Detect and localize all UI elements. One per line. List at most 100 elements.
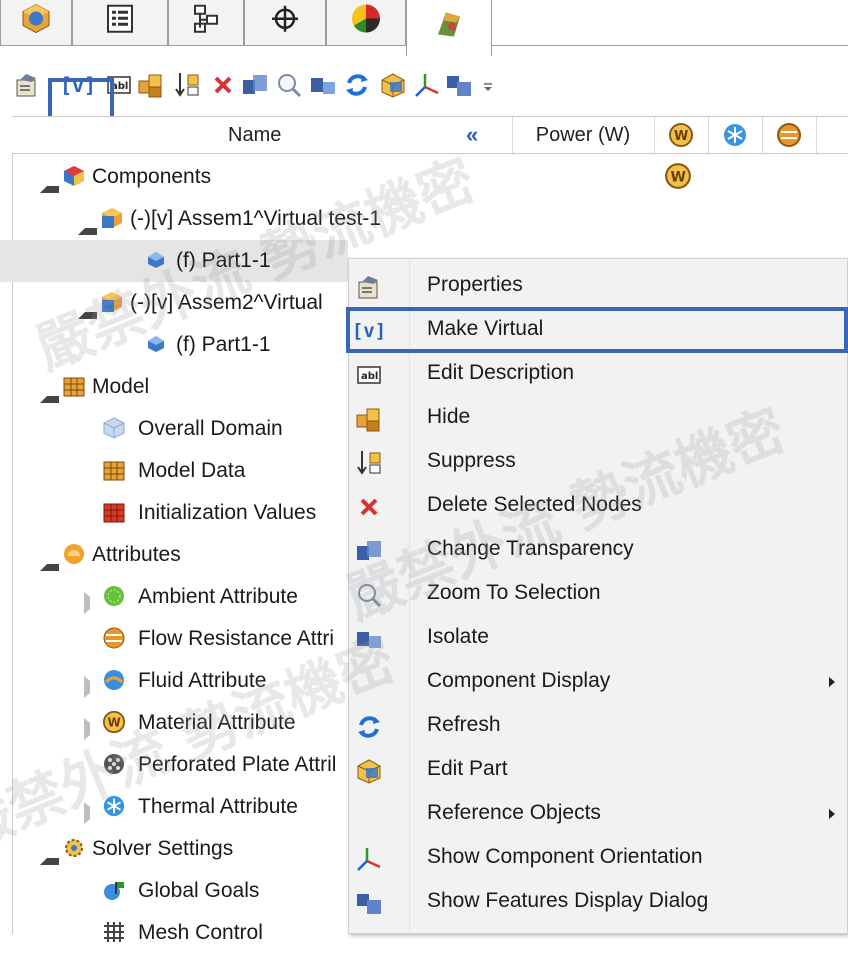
tab-crosshair[interactable] [244,0,326,46]
refresh-icon [346,74,368,96]
menu-item-label: Show Component Orientation [427,845,703,868]
tree-node-part1-selected[interactable]: (f) Part1-1 [0,240,348,282]
global-goals-icon [104,882,124,900]
expand-toggle-icon[interactable] [84,802,102,824]
toolbar-delete-button[interactable] [208,70,238,100]
tree-node-label: Solver Settings [92,837,234,860]
collapse-columns-button[interactable]: « [466,122,478,148]
menu-item-change-transparency[interactable]: Change Transparency [349,529,848,573]
tab-component-tree[interactable] [0,0,72,46]
expand-toggle-icon[interactable] [40,384,59,403]
transparency-icon [355,537,383,565]
model-icon [63,377,85,397]
svg-text:abl: abl [361,371,378,382]
orientation-icon [415,74,439,97]
solver-settings-icon [65,839,83,857]
view-tab-strip [0,0,848,56]
snowflake-icon [103,795,125,817]
menu-item-suppress[interactable]: Suppress [349,441,848,485]
toolbar-transparency-button[interactable] [240,70,270,100]
menu-item-label: Refresh [427,713,501,736]
menu-item-label: Isolate [427,625,489,648]
delete-icon [214,76,232,94]
tree-node-label: Perforated Plate Attril [138,753,337,776]
tree-node-label: Ambient Attribute [138,585,298,608]
menu-item-isolate[interactable]: Isolate [349,617,848,661]
component-tree-icon [19,1,53,40]
toolbar-orientation-button[interactable] [412,70,442,100]
toolbar-zoom-selection-button[interactable] [274,70,304,100]
virtual-assembly-icon [102,208,122,228]
attributes-icon [64,544,84,564]
expand-toggle-icon[interactable] [78,216,97,235]
tab-simulation[interactable] [406,0,492,56]
tree-toolbar: [v] abl [0,56,848,122]
tree-node-label: (f) Part1-1 [176,249,271,272]
column-header-name[interactable]: Name « [12,117,513,153]
toolbar-refresh-button[interactable] [342,70,372,100]
expand-toggle-icon[interactable] [40,552,59,571]
column-header-thermal[interactable] [708,117,763,153]
delete-icon [355,493,383,521]
column-header-name-label: Name [228,123,282,146]
expand-toggle-icon[interactable] [40,846,59,865]
column-header-material[interactable]: W [654,117,709,153]
refresh-icon [355,713,383,741]
overflow-icon [484,83,492,91]
expand-toggle-icon[interactable] [78,300,97,319]
menu-item-delete-selected-nodes[interactable]: Delete Selected Nodes [349,485,848,529]
toolbar-properties-button[interactable] [12,70,42,100]
toolbar-overflow-button[interactable] [478,70,498,100]
tab-assembly[interactable] [168,0,244,46]
perforated-plate-icon [104,754,124,774]
tree-node-components[interactable]: Components W [0,156,848,198]
menu-item-edit-part[interactable]: Edit Part [349,749,848,793]
toolbar-suppress-button[interactable] [172,70,202,100]
tree-node-label: Components [92,165,212,188]
simulation-icon [432,7,466,46]
tree-node-label: Fluid Attribute [138,669,267,692]
edit-part-icon [381,73,405,98]
properties-icon [355,273,383,301]
menu-item-label: Suppress [427,449,516,472]
expand-toggle-icon[interactable] [84,592,102,614]
expand-toggle-icon[interactable] [84,676,102,698]
expand-toggle-icon[interactable] [40,174,59,193]
tab-baseline [492,45,848,46]
suppress-icon [175,73,199,97]
menu-item-label: Delete Selected Nodes [427,493,642,516]
toolbar-isolate-button[interactable] [308,70,338,100]
tab-results[interactable] [326,0,406,46]
tree-node-label: Overall Domain [138,417,283,440]
column-header-power[interactable]: Power (W) [512,117,655,153]
tree-node-label: Thermal Attribute [138,795,298,818]
menu-item-hide[interactable]: Hide [349,397,848,441]
toolbar-features-display-button[interactable] [444,70,474,100]
menu-item-show-component-orientation[interactable]: Show Component Orientation [349,837,848,881]
flow-resistance-icon [103,627,125,649]
zoom-selection-icon [278,74,302,98]
tree-node-label: (-)[v] Assem1^Virtual test-1 [130,207,382,230]
features-display-icon [447,76,471,96]
crosshair-icon [270,3,300,38]
menu-item-show-features-display-dialog[interactable]: Show Features Display Dialog [349,881,848,925]
menu-item-properties[interactable]: Properties [349,265,848,309]
menu-item-refresh[interactable]: Refresh [349,705,848,749]
column-header-flow-resistance[interactable] [762,117,817,153]
toolbar-hide-button[interactable] [136,70,166,100]
tree-node-assem1[interactable]: (-)[v] Assem1^Virtual test-1 [0,198,848,240]
tree-node-label: Attributes [92,543,181,566]
material-icon: W [102,710,126,734]
expand-toggle-icon[interactable] [84,718,102,740]
menu-item-reference-objects[interactable]: Reference Objects [349,793,848,837]
menu-item-edit-description[interactable]: abl Edit Description [349,353,848,397]
toolbar-edit-part-button[interactable] [378,70,408,100]
menu-item-zoom-to-selection[interactable]: Zoom To Selection [349,573,848,617]
pie-chart-icon [349,1,383,40]
tab-list-view[interactable] [72,0,168,46]
isolate-icon [355,625,383,653]
tree-node-label: Model [92,375,150,398]
column-header-power-label: Power (W) [535,123,631,146]
menu-item-component-display[interactable]: Component Display [349,661,848,705]
tree-node-label: Flow Resistance Attri [138,627,335,650]
